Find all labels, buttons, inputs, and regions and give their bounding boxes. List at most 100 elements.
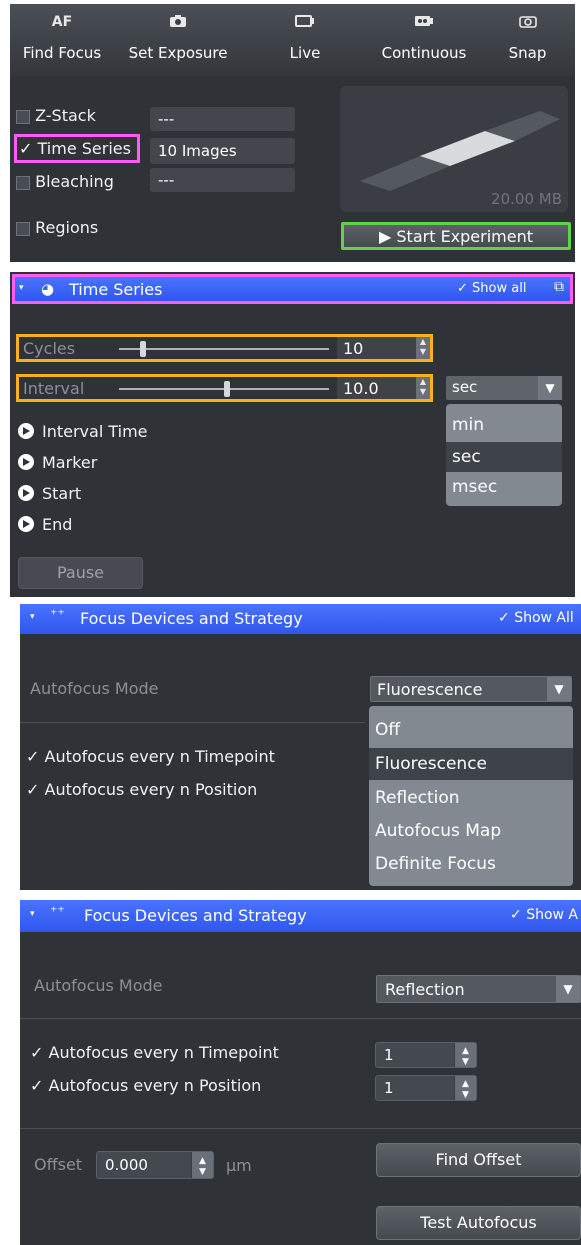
show-all-label: Show all — [472, 281, 527, 296]
regions-checkbox[interactable] — [16, 221, 30, 236]
mode-option-fluorescence[interactable]: Fluorescence — [369, 748, 573, 780]
focus-panel-open: ▾ ⁺⁺ Focus Devices and Strategy ✓ Show A… — [20, 604, 581, 890]
cycles-slider-thumb[interactable] — [140, 341, 146, 357]
collapse-icon[interactable]: ▾ — [30, 612, 35, 622]
start-experiment-button[interactable]: ▶ Start Experiment — [341, 222, 571, 250]
spin-arrows-icon[interactable]: ▲ ▼ — [191, 1152, 213, 1178]
checkmark-icon[interactable]: ✓ — [26, 747, 39, 766]
time-series-panel: ▾ ◕ Time Series ✓ Show all ⧉ Cycles 10 ▲… — [10, 272, 575, 597]
autofocus-mode-dropdown-2[interactable]: Reflection ▼ — [376, 975, 581, 1003]
show-all-label-1: Show All — [514, 610, 574, 626]
unit-option-msec[interactable]: msec — [446, 472, 562, 502]
interval-spinbox[interactable]: 10.0 ▲ ▼ — [337, 377, 430, 399]
position-spinbox[interactable]: 1 ▲ ▼ — [375, 1075, 477, 1101]
autofocus-timepoint-option-2[interactable]: ✓ Autofocus every n Timepoint — [30, 1043, 279, 1062]
autofocus-mode-label-2: Autofocus Mode — [34, 976, 163, 995]
test-autofocus-button[interactable]: Test Autofocus — [376, 1206, 581, 1240]
zstack-checkbox[interactable] — [16, 109, 30, 124]
bleaching-checkbox[interactable] — [16, 175, 30, 190]
interval-unit-value: sec — [452, 378, 478, 396]
live-button[interactable]: Live — [242, 4, 369, 76]
interval-spin-arrows[interactable]: ▲ ▼ — [416, 377, 430, 399]
interval-unit-menu: min sec msec — [446, 404, 562, 506]
offset-spinbox[interactable]: 0.000 ▲ ▼ — [96, 1151, 214, 1179]
expand-icon — [18, 516, 34, 532]
expand-icon — [18, 423, 34, 439]
section-end[interactable]: End — [18, 515, 72, 534]
interval-label: Interval — [23, 379, 85, 398]
unit-option-sec[interactable]: sec — [446, 442, 562, 472]
section-start[interactable]: Start — [18, 484, 81, 503]
live-icon — [242, 14, 368, 32]
interval-slider-thumb[interactable] — [224, 381, 230, 397]
time-series-label: Time Series — [37, 139, 131, 158]
unit-option-min[interactable]: min — [446, 410, 562, 440]
autofocus-position-option-2[interactable]: ✓ Autofocus every n Position — [30, 1076, 261, 1095]
collapse-icon[interactable]: ▾ — [30, 909, 35, 919]
chevron-down-icon[interactable]: ▼ — [547, 677, 571, 701]
autofocus-position-option-1[interactable]: ✓ Autofocus every n Position — [26, 780, 257, 799]
snap-label: Snap — [508, 44, 547, 62]
cycles-row: Cycles 10 ▲ ▼ — [16, 334, 433, 362]
mode-option-definite-focus[interactable]: Definite Focus — [369, 848, 573, 880]
offset-unit: µm — [226, 1156, 252, 1175]
undock-icon[interactable]: ⧉ — [554, 279, 564, 295]
interval-slider[interactable] — [119, 381, 329, 397]
time-series-title: Time Series — [69, 280, 163, 299]
regions-label: Regions — [35, 218, 99, 237]
toolbar: AF Find Focus Set Exposure Live Continuo… — [10, 4, 575, 76]
bleaching-label: Bleaching — [35, 172, 114, 191]
spin-arrows-icon[interactable]: ▲ ▼ — [454, 1043, 476, 1067]
time-series-checkbox[interactable]: ✓ — [19, 139, 32, 158]
autofocus-mode-dropdown-1[interactable]: Fluorescence ▼ — [370, 676, 572, 702]
show-all-toggle-2[interactable]: ✓ Show A — [510, 907, 578, 923]
checkmark-icon[interactable]: ✓ — [30, 1076, 43, 1095]
time-series-header[interactable]: ▾ ◕ Time Series ✓ Show all ⧉ — [12, 274, 573, 304]
focus-header-2[interactable]: ▾ ⁺⁺ Focus Devices and Strategy ✓ Show A — [20, 900, 581, 932]
cycles-spin-arrows[interactable]: ▲ ▼ — [416, 337, 430, 359]
spin-arrows-icon[interactable]: ▲ ▼ — [454, 1076, 476, 1100]
find-focus-button[interactable]: AF Find Focus — [10, 4, 115, 76]
mode-option-autofocus-map[interactable]: Autofocus Map — [369, 815, 573, 847]
focus-devices-icon: ⁺⁺ — [50, 904, 65, 920]
section-interval-time[interactable]: Interval Time — [18, 422, 148, 441]
time-series-option[interactable]: ✓ Time Series — [14, 134, 140, 163]
cycles-slider[interactable] — [119, 341, 329, 357]
mode-option-off[interactable]: Off — [369, 714, 573, 746]
cycles-label: Cycles — [23, 339, 76, 358]
zstack-value: --- — [150, 107, 295, 131]
show-all-toggle[interactable]: ✓ Show all — [457, 281, 526, 296]
camera-icon — [114, 14, 242, 32]
divider — [20, 722, 365, 723]
section-marker[interactable]: Marker — [18, 453, 97, 472]
checkmark-icon[interactable]: ✓ — [30, 1043, 43, 1062]
chevron-down-icon[interactable]: ▼ — [538, 376, 562, 400]
timepoint-spinbox[interactable]: 1 ▲ ▼ — [375, 1042, 477, 1068]
focus-header-1[interactable]: ▾ ⁺⁺ Focus Devices and Strategy ✓ Show A… — [20, 604, 581, 634]
divider — [20, 1018, 581, 1019]
snap-button[interactable]: Snap — [480, 4, 575, 76]
expand-icon — [18, 485, 34, 501]
clock-icon: ◕ — [41, 280, 55, 298]
continuous-button[interactable]: Continuous — [368, 4, 481, 76]
cycles-spinbox[interactable]: 10 ▲ ▼ — [337, 337, 430, 359]
chevron-down-icon[interactable]: ▼ — [556, 976, 580, 1002]
checkmark-icon[interactable]: ✓ — [26, 780, 39, 799]
mode-option-reflection[interactable]: Reflection — [369, 782, 573, 814]
interval-unit-dropdown[interactable]: sec ▼ — [446, 376, 562, 400]
divider — [20, 1128, 581, 1129]
autofocus-timepoint-option-1[interactable]: ✓ Autofocus every n Timepoint — [26, 747, 275, 766]
regions-option[interactable]: Regions — [16, 218, 98, 237]
expand-icon — [18, 454, 34, 470]
set-exposure-button[interactable]: Set Exposure — [114, 4, 243, 76]
focus-title-1: Focus Devices and Strategy — [80, 609, 303, 628]
zstack-option[interactable]: Z-Stack — [16, 106, 96, 125]
show-all-toggle-1[interactable]: ✓ Show All — [498, 610, 574, 626]
experiment-preview: 20.00 MB — [340, 86, 568, 212]
collapse-icon[interactable]: ▾ — [19, 283, 24, 293]
pause-button[interactable]: Pause — [18, 557, 143, 589]
find-offset-button[interactable]: Find Offset — [376, 1143, 581, 1177]
offset-value: 0.000 — [105, 1156, 148, 1174]
set-exposure-label: Set Exposure — [128, 44, 228, 62]
bleaching-option[interactable]: Bleaching — [16, 172, 114, 191]
